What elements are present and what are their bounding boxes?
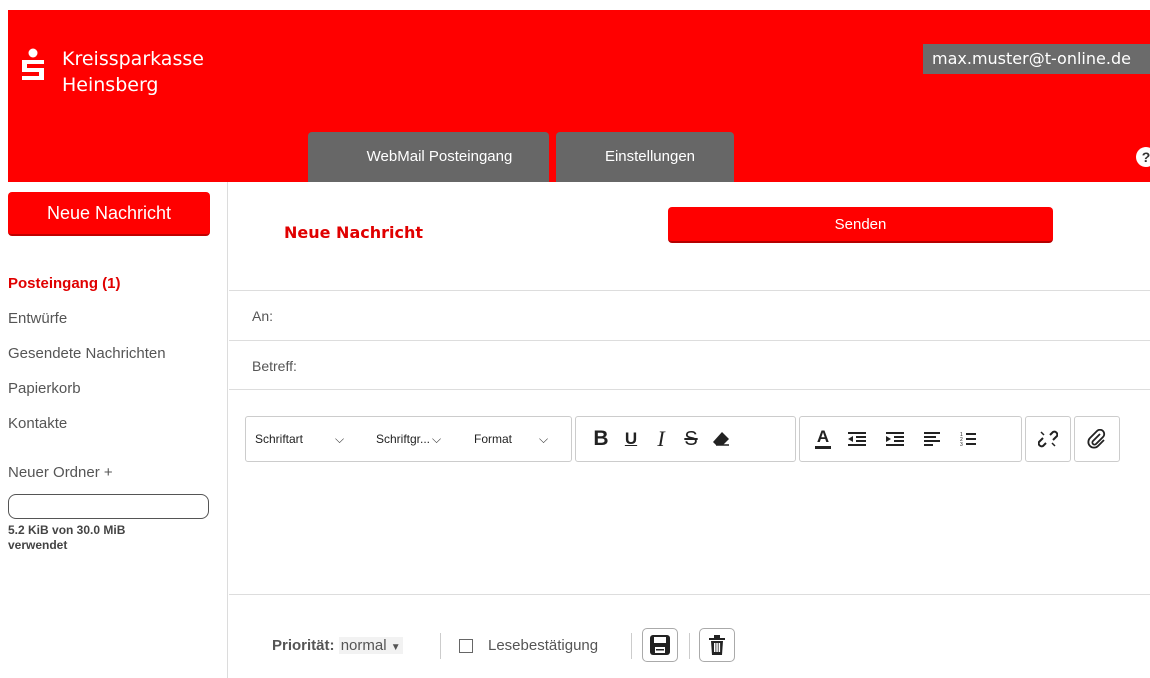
subject-row: Betreff: — [229, 340, 1150, 390]
sidebar-item-drafts[interactable]: Entwürfe — [8, 309, 166, 344]
caret-down-icon: ▼ — [390, 642, 401, 653]
italic-button[interactable]: I — [646, 417, 676, 461]
font-family-label: Schriftart — [255, 432, 304, 446]
brand-line-2: Heinsberg — [62, 74, 159, 96]
text-color-button[interactable]: A — [808, 417, 838, 461]
priority-label: Priorität: — [272, 637, 335, 654]
attach-button[interactable] — [1082, 417, 1112, 461]
user-email[interactable]: max.muster@t-online.de — [923, 44, 1150, 74]
to-label: An: — [252, 308, 274, 324]
sidebar: Neue Nachricht Posteingang (1) Entwürfe … — [0, 182, 228, 678]
brand-logo[interactable]: Kreissparkasse Heinsberg — [20, 46, 204, 98]
svg-text:3: 3 — [960, 442, 963, 447]
sidebar-item-trash[interactable]: Papierkorb — [8, 379, 166, 414]
subject-label: Betreff: — [252, 358, 297, 374]
eraser-icon — [713, 432, 729, 446]
text-color-icon: A — [816, 427, 830, 446]
underline-icon: U — [624, 429, 638, 448]
editor-toolbar: Schriftart ⌵ Schriftgr... ⌵ Format ⌵ B U… — [245, 416, 1123, 464]
sparkasse-logo-icon — [22, 48, 44, 80]
align-left-button[interactable] — [914, 417, 950, 461]
help-icon[interactable]: ? — [1136, 147, 1150, 167]
brand-name: Kreissparkasse Heinsberg — [62, 46, 204, 98]
strikethrough-button[interactable]: S — [676, 417, 706, 461]
underline-button[interactable]: U — [616, 417, 646, 461]
delete-draft-button[interactable] — [699, 628, 735, 662]
italic-icon: I — [657, 426, 665, 451]
brand-line-1: Kreissparkasse — [62, 48, 204, 70]
outdent-button[interactable] — [838, 417, 876, 461]
save-draft-button[interactable] — [642, 628, 678, 662]
outdent-icon — [848, 432, 866, 446]
new-message-button[interactable]: Neue Nachricht — [8, 192, 210, 236]
to-input[interactable] — [309, 301, 1129, 331]
read-receipt-label: Lesebestätigung — [488, 637, 599, 654]
align-left-icon — [924, 432, 940, 446]
format-select[interactable]: Format ⌵ — [474, 432, 548, 447]
ordered-list-button[interactable]: 123 — [950, 417, 986, 461]
tab-webmail-inbox[interactable]: WebMail Posteingang — [308, 132, 549, 182]
sidebar-item-contacts[interactable]: Kontakte — [8, 414, 166, 449]
toolbar-format-group: Schriftart ⌵ Schriftgr... ⌵ Format ⌵ — [245, 416, 572, 462]
chevron-down-icon: ⌵ — [432, 431, 442, 446]
read-receipt-checkbox[interactable] — [459, 638, 473, 653]
font-size-label: Schriftgr... — [376, 432, 431, 446]
unlink-icon — [1038, 430, 1058, 448]
sidebar-item-sent[interactable]: Gesendete Nachrichten — [8, 344, 166, 379]
page-title: Neue Nachricht — [284, 223, 424, 242]
toolbar-paragraph-group: A 123 — [799, 416, 1022, 462]
priority-value: normal — [340, 637, 387, 654]
font-size-select[interactable]: Schriftgr... ⌵ — [376, 432, 474, 447]
header-bar: Kreissparkasse Heinsberg max.muster@t-on… — [8, 10, 1150, 182]
bold-icon: B — [593, 427, 609, 450]
unlink-button[interactable] — [1033, 417, 1063, 461]
new-folder-link[interactable]: Neuer Ordner + — [8, 464, 113, 481]
to-row: An: — [229, 290, 1150, 340]
priority-control[interactable]: Priorität: normal ▼ — [272, 637, 403, 654]
compose-footer: Priorität: normal ▼ Lesebestätigung — [229, 594, 1150, 678]
toolbar-style-group: B U I S — [575, 416, 796, 462]
subject-input[interactable] — [309, 351, 1129, 381]
format-label: Format — [474, 432, 513, 446]
toolbar-attach-group — [1074, 416, 1120, 462]
indent-button[interactable] — [876, 417, 914, 461]
toolbar-link-group — [1025, 416, 1071, 462]
top-strip — [0, 0, 1150, 10]
message-body-editor[interactable] — [245, 474, 1145, 592]
compose-panel: Neue Nachricht Senden An: Betreff: Schri… — [229, 182, 1150, 678]
indent-icon — [886, 432, 904, 446]
clear-format-button[interactable] — [706, 417, 736, 461]
folder-list: Posteingang (1) Entwürfe Gesendete Nachr… — [8, 274, 166, 449]
chevron-down-icon: ⌵ — [539, 431, 549, 446]
save-icon — [650, 635, 670, 655]
quota-bar — [8, 494, 209, 519]
chevron-down-icon: ⌵ — [335, 431, 345, 446]
divider — [440, 633, 441, 659]
sidebar-item-inbox[interactable]: Posteingang (1) — [8, 274, 166, 309]
quota-text: 5.2 KiB von 30.0 MiB verwendet — [8, 523, 126, 552]
ordered-list-icon: 123 — [960, 432, 976, 447]
attachment-icon — [1087, 429, 1106, 449]
divider — [689, 633, 690, 659]
priority-select[interactable]: normal ▼ — [338, 637, 403, 654]
send-button[interactable]: Senden — [668, 207, 1053, 243]
font-family-select[interactable]: Schriftart ⌵ — [255, 432, 376, 447]
tab-settings[interactable]: Einstellungen — [556, 132, 734, 182]
divider — [631, 633, 632, 659]
read-receipt-toggle[interactable]: Lesebestätigung — [459, 637, 598, 654]
trash-icon — [709, 635, 725, 655]
bold-button[interactable]: B — [586, 417, 616, 461]
strikethrough-icon: S — [684, 427, 698, 450]
